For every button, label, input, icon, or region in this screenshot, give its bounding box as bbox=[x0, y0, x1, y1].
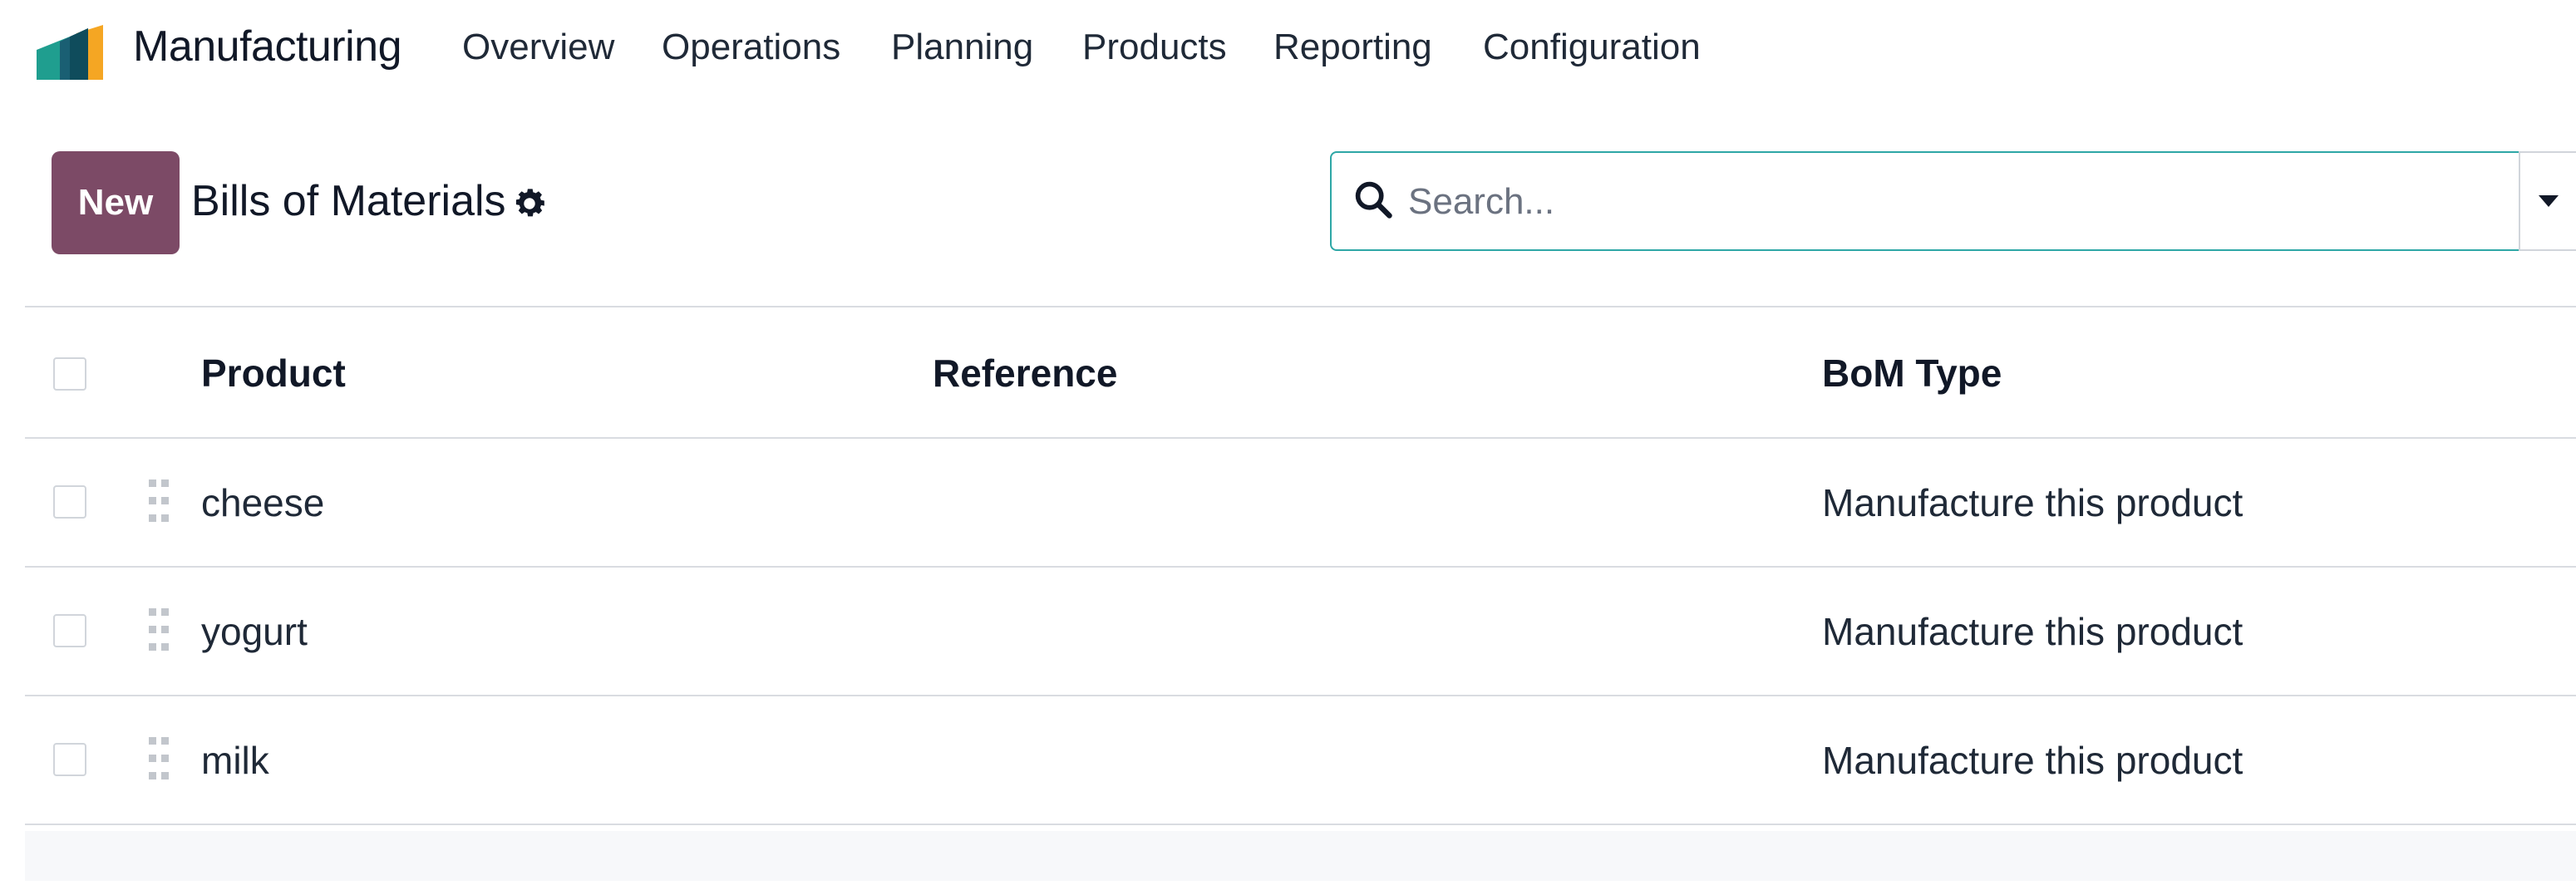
nav-operations[interactable]: Operations bbox=[662, 27, 840, 68]
table-row[interactable]: cheese Manufacture this product bbox=[25, 439, 2576, 568]
nav-configuration[interactable]: Configuration bbox=[1483, 27, 1701, 68]
caret-down-icon bbox=[2538, 195, 2559, 207]
search-options-toggle[interactable] bbox=[2519, 151, 2576, 251]
bom-list-table: Product Reference BoM Type cheese Manufa… bbox=[25, 306, 2576, 825]
column-header-bom-type[interactable]: BoM Type bbox=[1822, 351, 2002, 396]
table-row[interactable]: yogurt Manufacture this product bbox=[25, 568, 2576, 696]
nav-reporting[interactable]: Reporting bbox=[1273, 27, 1432, 68]
search-box bbox=[1330, 151, 2519, 251]
select-all-checkbox[interactable] bbox=[53, 357, 86, 391]
drag-handle-icon[interactable] bbox=[146, 477, 171, 527]
row-checkbox[interactable] bbox=[53, 743, 86, 776]
search-icon bbox=[1355, 181, 1392, 219]
nav-products[interactable]: Products bbox=[1082, 27, 1227, 68]
nav-overview[interactable]: Overview bbox=[462, 27, 614, 68]
top-navbar: Manufacturing Overview Operations Planni… bbox=[0, 0, 2576, 108]
drag-handle-icon[interactable] bbox=[146, 735, 171, 784]
cell-product: cheese bbox=[201, 481, 325, 524]
page-title: Bills of Materials bbox=[191, 177, 506, 225]
cell-product: yogurt bbox=[201, 610, 308, 653]
row-checkbox[interactable] bbox=[53, 614, 86, 647]
page: Manufacturing Overview Operations Planni… bbox=[0, 0, 2576, 895]
cell-bom-type: Manufacture this product bbox=[1822, 610, 2244, 653]
cell-bom-type: Manufacture this product bbox=[1822, 481, 2244, 524]
column-header-product[interactable]: Product bbox=[201, 351, 346, 396]
app-name[interactable]: Manufacturing bbox=[133, 22, 402, 71]
nav-planning[interactable]: Planning bbox=[891, 27, 1033, 68]
gear-icon[interactable] bbox=[510, 184, 549, 223]
list-footer bbox=[25, 831, 2576, 881]
column-header-reference[interactable]: Reference bbox=[933, 351, 1117, 396]
cell-bom-type: Manufacture this product bbox=[1822, 739, 2244, 782]
manufacturing-app-icon[interactable] bbox=[37, 25, 116, 80]
cell-product: milk bbox=[201, 739, 269, 782]
table-header-row: Product Reference BoM Type bbox=[25, 306, 2576, 439]
drag-handle-icon[interactable] bbox=[146, 606, 171, 656]
search-input[interactable] bbox=[1406, 170, 2490, 234]
row-checkbox[interactable] bbox=[53, 485, 86, 519]
new-button[interactable]: New bbox=[52, 151, 180, 254]
table-row[interactable]: milk Manufacture this product bbox=[25, 696, 2576, 825]
